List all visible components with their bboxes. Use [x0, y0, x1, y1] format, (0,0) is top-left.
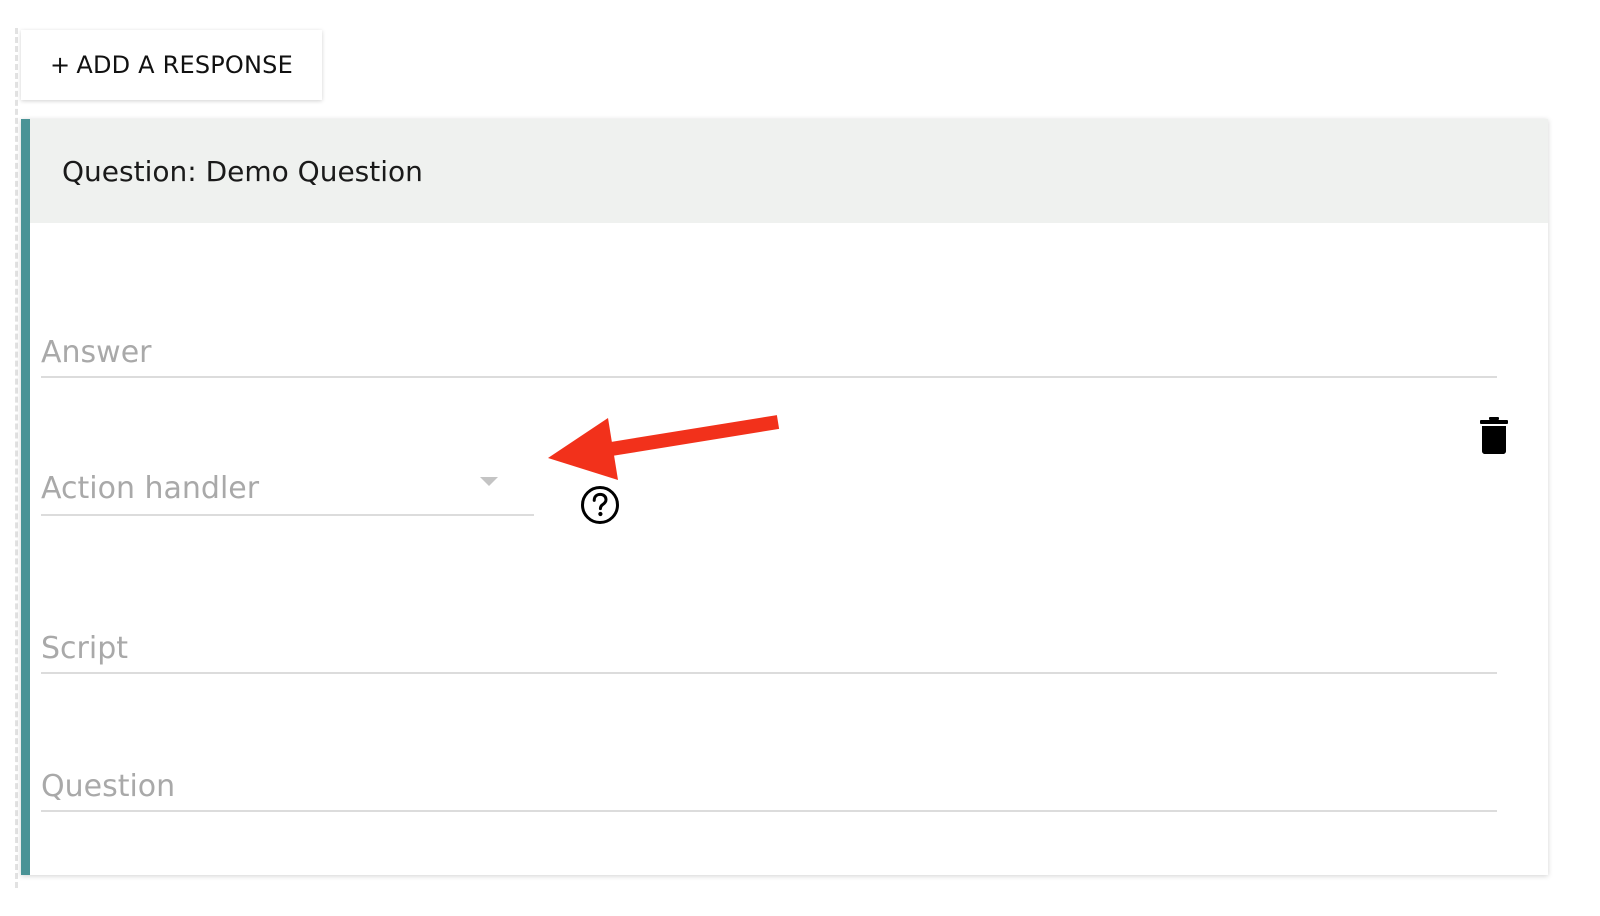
- question-field[interactable]: [41, 730, 1497, 812]
- action-handler-select[interactable]: Action handler: [41, 430, 534, 516]
- add-response-button[interactable]: + ADD A RESPONSE: [21, 30, 322, 100]
- script-input[interactable]: [41, 631, 1497, 666]
- page: + ADD A RESPONSE Question: Demo Question…: [0, 0, 1600, 916]
- trash-icon[interactable]: [1479, 417, 1509, 455]
- add-response-plus: +: [50, 51, 71, 79]
- card-header: Question: Demo Question: [30, 119, 1548, 223]
- card-title: Question: Demo Question: [62, 154, 423, 188]
- action-handler-label: Action handler: [41, 471, 260, 506]
- question-input[interactable]: [41, 769, 1497, 804]
- left-dashed-guide: [15, 28, 18, 888]
- card-accent-bar: [21, 119, 30, 875]
- help-circle-icon[interactable]: [580, 485, 620, 525]
- answer-input[interactable]: [41, 335, 1497, 370]
- red-arrow-annotation: [548, 415, 780, 480]
- script-field[interactable]: [41, 590, 1497, 674]
- answer-field[interactable]: [41, 290, 1497, 378]
- chevron-down-icon: [480, 477, 498, 486]
- add-response-label: ADD A RESPONSE: [76, 51, 293, 79]
